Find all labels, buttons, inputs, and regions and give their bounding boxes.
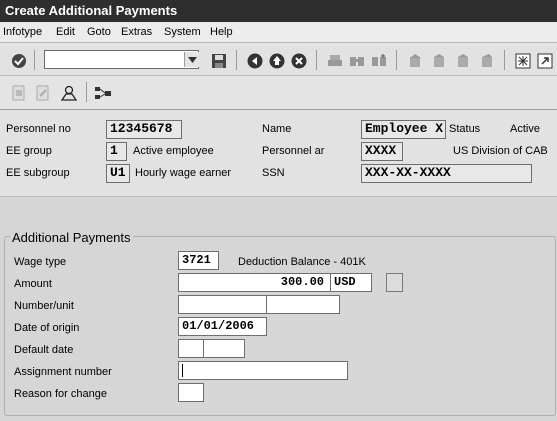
ee-group-code: 1: [106, 142, 127, 161]
toolbar-separator: [396, 50, 397, 70]
exit-icon[interactable]: [268, 52, 286, 70]
toolbar-separator: [34, 50, 35, 70]
wage-type-text: Deduction Balance - 401K: [238, 256, 366, 268]
personnel-area-code: XXXX: [361, 142, 403, 161]
unit-field[interactable]: [266, 295, 340, 314]
currency-button[interactable]: [386, 273, 403, 292]
date-of-origin-label: Date of origin: [14, 322, 80, 334]
find-icon[interactable]: [348, 52, 366, 70]
menu-extras[interactable]: Extras: [121, 26, 152, 38]
currency-field[interactable]: USD: [330, 273, 372, 292]
personnel-area-label: Personnel ar: [262, 145, 325, 157]
previous-page-icon[interactable]: [430, 52, 448, 70]
assignment-number-label: Assignment number: [14, 366, 112, 378]
org-structure-icon[interactable]: [94, 84, 112, 102]
shortcut-icon[interactable]: [536, 52, 554, 70]
personnel-no-label: Personnel no: [6, 123, 71, 135]
menu-system[interactable]: System: [164, 26, 201, 38]
ee-subgroup-text: Hourly wage earner: [135, 167, 231, 179]
date-of-origin-field[interactable]: 01/01/2006: [178, 317, 267, 336]
wage-type-field[interactable]: 3721: [178, 251, 219, 270]
toolbar-separator: [316, 50, 317, 70]
find-next-icon[interactable]: [370, 52, 388, 70]
create-session-icon[interactable]: [514, 52, 532, 70]
command-field[interactable]: [44, 50, 199, 69]
next-page-icon[interactable]: [454, 52, 472, 70]
number-field[interactable]: [178, 295, 267, 314]
personnel-no-value: 12345678: [106, 120, 182, 139]
number-unit-label: Number/unit: [14, 300, 74, 312]
assignment-number-field[interactable]: [178, 361, 348, 380]
menu-goto[interactable]: Goto: [87, 26, 111, 38]
application-toolbar: [0, 76, 557, 110]
command-dropdown-icon[interactable]: [184, 52, 199, 67]
reason-for-change-label: Reason for change: [14, 388, 107, 400]
amount-field[interactable]: 300.00: [178, 273, 331, 292]
wage-type-label: Wage type: [14, 256, 67, 268]
amount-label: Amount: [14, 278, 52, 290]
window-title: Create Additional Payments: [5, 3, 178, 18]
name-label: Name: [262, 123, 292, 135]
default-date-label: Default date: [14, 344, 74, 356]
copy-icon[interactable]: [10, 84, 28, 102]
default-date-field-2[interactable]: [203, 339, 245, 358]
status-value: Active: [510, 123, 540, 135]
menu-bar: Infotype Edit Goto Extras System Help: [0, 22, 557, 43]
ee-group-text: Active employee: [133, 145, 214, 157]
toolbar-separator: [86, 82, 87, 102]
section-title: Additional Payments: [10, 230, 133, 245]
ssn-label: SSN: [262, 167, 285, 179]
menu-edit[interactable]: Edit: [56, 26, 75, 38]
text-cursor: [182, 364, 183, 377]
enter-icon[interactable]: [10, 52, 28, 70]
reason-for-change-field[interactable]: [178, 383, 204, 402]
ee-group-label: EE group: [6, 145, 52, 157]
ee-subgroup-label: EE subgroup: [6, 167, 70, 179]
last-page-icon[interactable]: [478, 52, 496, 70]
first-page-icon[interactable]: [406, 52, 424, 70]
ssn-value: XXX-XX-XXXX: [361, 164, 532, 183]
default-date-field-1[interactable]: [178, 339, 204, 358]
name-value: Employee X: [361, 120, 446, 139]
menu-help[interactable]: Help: [210, 26, 233, 38]
print-icon[interactable]: [326, 52, 344, 70]
toolbar-separator: [504, 50, 505, 70]
menu-infotype[interactable]: Infotype: [3, 26, 42, 38]
personnel-area-text: US Division of CAB: [453, 145, 548, 157]
ee-subgroup-code: U1: [106, 164, 130, 183]
person-icon[interactable]: [60, 84, 78, 102]
status-label: Status: [449, 123, 481, 135]
save-icon[interactable]: [210, 52, 228, 70]
edit-icon[interactable]: [34, 84, 52, 102]
cancel-icon[interactable]: [290, 52, 308, 70]
toolbar-separator: [236, 50, 237, 70]
back-icon[interactable]: [246, 52, 264, 70]
